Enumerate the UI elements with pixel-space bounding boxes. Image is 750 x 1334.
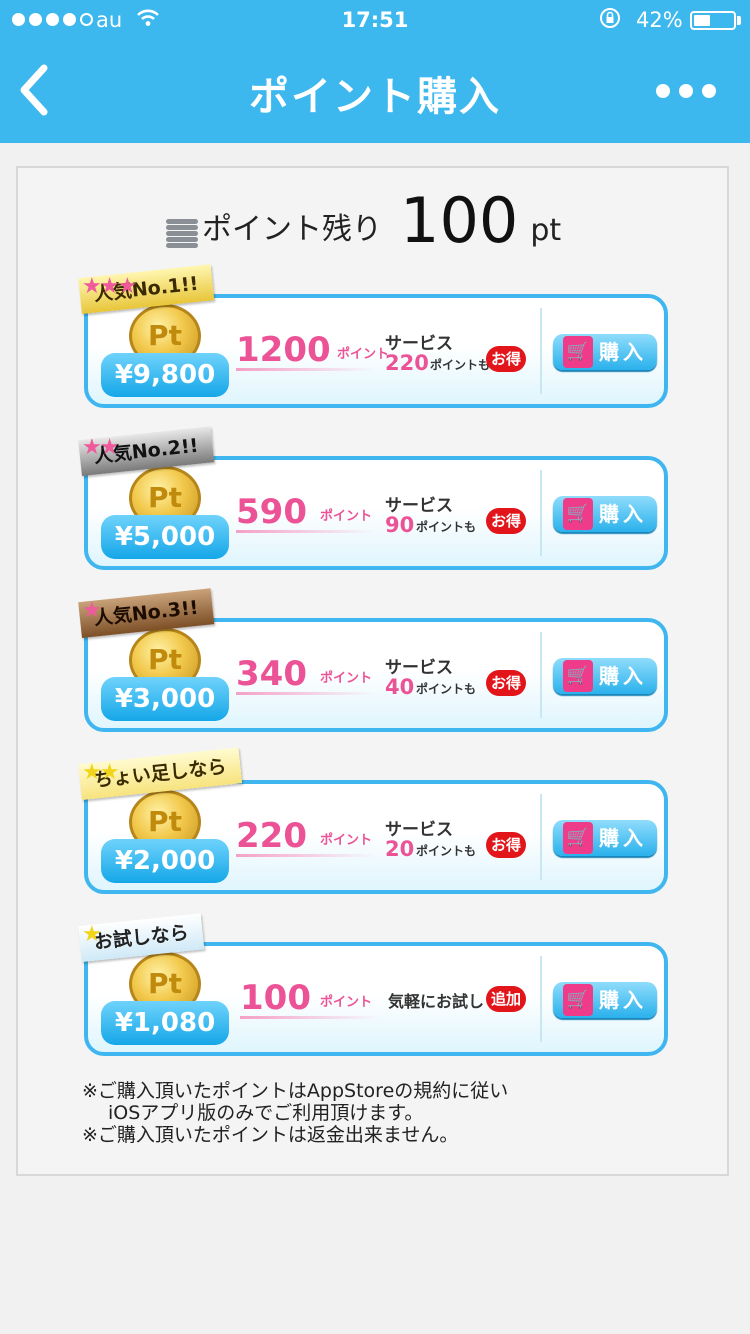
battery-level xyxy=(694,15,710,26)
trial-text: 気軽にお試し xyxy=(388,992,485,1011)
card-divider xyxy=(540,794,542,880)
deal-badge: お得 xyxy=(486,832,526,858)
service-points: 40 xyxy=(385,675,415,699)
rating-stars: ★★ xyxy=(82,435,119,460)
buy-button[interactable]: 🛒 購入 xyxy=(553,334,657,370)
battery-percent: 42% xyxy=(636,8,683,32)
note-line: ※ご購入頂いたポイントは返金出来ません。 xyxy=(82,1124,459,1147)
points-underline xyxy=(236,530,376,533)
rating-stars: ★ xyxy=(82,598,102,623)
more-dots-icon xyxy=(702,84,716,98)
balance-label: ポイント残り xyxy=(202,212,382,247)
service-points: 220 xyxy=(385,351,429,375)
buy-button[interactable]: 🛒 購入 xyxy=(553,658,657,694)
card-divider xyxy=(540,308,542,394)
points-amount: 340 xyxy=(236,654,307,694)
deal-badge: お得 xyxy=(486,508,526,534)
card-divider xyxy=(540,470,542,556)
more-dots-icon xyxy=(679,84,693,98)
price-badge: ¥1,080 xyxy=(101,1001,229,1045)
points-amount: 590 xyxy=(236,492,307,532)
points-unit: ポイント xyxy=(320,833,373,848)
battery-nub xyxy=(737,16,741,25)
status-bar: au 17:51 42% xyxy=(0,0,750,40)
rating-stars: ★ xyxy=(82,922,102,947)
cart-icon: 🛒 xyxy=(563,822,593,854)
navigation-bar: au 17:51 42% ポイント購入 xyxy=(0,0,750,143)
card-divider xyxy=(540,632,542,718)
service-points: 20 xyxy=(385,837,415,861)
points-unit: ポイント xyxy=(320,995,373,1010)
coin-stack-icon xyxy=(166,212,198,248)
service-unit: ポイントも xyxy=(430,358,491,372)
cart-icon: 🛒 xyxy=(563,336,593,368)
points-unit: ポイント xyxy=(337,347,390,362)
price-badge: ¥5,000 xyxy=(101,515,229,559)
cart-icon: 🛒 xyxy=(563,660,593,692)
buy-label: 購入 xyxy=(599,826,647,850)
buy-button[interactable]: 🛒 購入 xyxy=(553,982,657,1018)
card-divider xyxy=(540,956,542,1042)
deal-badge: お得 xyxy=(486,346,526,372)
rating-stars: ★★★ xyxy=(82,274,137,299)
points-underline xyxy=(240,1016,380,1019)
buy-label: 購入 xyxy=(599,664,647,688)
more-button[interactable] xyxy=(656,84,716,98)
price-badge: ¥3,000 xyxy=(101,677,229,721)
buy-label: 購入 xyxy=(599,988,647,1012)
service-unit: ポイントも xyxy=(416,844,477,858)
note-line: iOSアプリ版のみでご利用頂けます。 xyxy=(108,1102,424,1125)
balance-value: 100 xyxy=(400,184,519,257)
cart-icon: 🛒 xyxy=(563,498,593,530)
price-badge: ¥2,000 xyxy=(101,839,229,883)
rotation-lock-icon xyxy=(598,6,622,36)
note-line: ※ご購入頂いたポイントはAppStoreの規約に従い xyxy=(82,1080,509,1102)
battery-icon xyxy=(690,11,736,30)
deal-badge: お得 xyxy=(486,670,526,696)
buy-label: 購入 xyxy=(599,340,647,364)
points-amount: 1200 xyxy=(236,330,331,370)
service-points: 90 xyxy=(385,513,415,537)
points-amount: 100 xyxy=(240,978,311,1018)
buy-button[interactable]: 🛒 購入 xyxy=(553,496,657,532)
add-badge: 追加 xyxy=(486,986,526,1012)
points-underline xyxy=(236,692,376,695)
price-badge: ¥9,800 xyxy=(101,353,229,397)
points-unit: ポイント xyxy=(320,509,373,524)
buy-label: 購入 xyxy=(599,502,647,526)
points-amount: 220 xyxy=(236,816,307,856)
page-title: ポイント購入 xyxy=(249,74,501,120)
points-underline xyxy=(236,854,376,857)
service-unit: ポイントも xyxy=(416,682,477,696)
rating-stars: ★★ xyxy=(82,760,119,785)
points-unit: ポイント xyxy=(320,671,373,686)
cart-icon: 🛒 xyxy=(563,984,593,1016)
more-dots-icon xyxy=(656,84,670,98)
balance-unit: pt xyxy=(530,213,562,248)
purchase-notes: ※ご購入頂いたポイントはAppStoreの規約に従い iOSアプリ版のみでご利用… xyxy=(82,1080,508,1147)
buy-button[interactable]: 🛒 購入 xyxy=(553,820,657,856)
points-underline xyxy=(236,368,376,371)
service-unit: ポイントも xyxy=(416,520,477,534)
point-balance: ポイント残り 100 pt xyxy=(166,190,561,260)
